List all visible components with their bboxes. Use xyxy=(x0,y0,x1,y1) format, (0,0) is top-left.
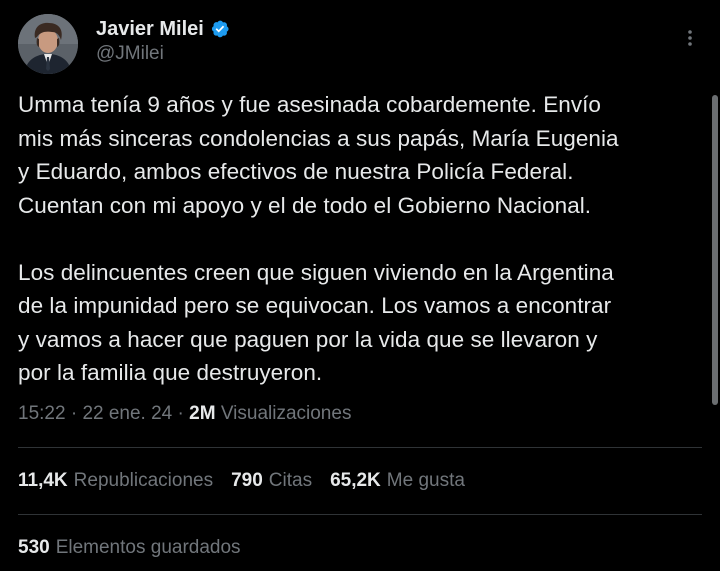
likes-stat[interactable]: 65,2K Me gusta xyxy=(330,470,465,492)
divider xyxy=(18,514,702,515)
author-handle[interactable]: @JMilei xyxy=(96,43,164,65)
tweet-text: Umma tenía 9 años y fue asesinada cobard… xyxy=(18,92,619,385)
bookmarks-label: Elementos guardados xyxy=(55,537,241,558)
scrollbar[interactable] xyxy=(712,95,718,405)
author-display-name[interactable]: Javier Milei xyxy=(96,18,204,41)
views-label: Visualizaciones xyxy=(220,403,352,424)
reposts-count: 11,4K xyxy=(18,470,68,491)
more-options-icon[interactable] xyxy=(680,26,700,50)
meta-separator: · xyxy=(65,403,83,424)
profile-photo-icon xyxy=(18,14,78,74)
avatar[interactable] xyxy=(18,14,78,74)
reposts-label: Republicaciones xyxy=(73,470,214,491)
tweet-time[interactable]: 15:22 xyxy=(18,403,66,425)
quotes-stat[interactable]: 790 Citas xyxy=(231,470,312,492)
quotes-count: 790 xyxy=(231,470,263,491)
likes-count: 65,2K xyxy=(330,470,381,491)
divider xyxy=(18,447,702,448)
quotes-label: Citas xyxy=(268,470,313,491)
verified-badge-icon[interactable] xyxy=(210,19,230,39)
bookmarks-count: 530 xyxy=(18,537,50,558)
likes-label: Me gusta xyxy=(386,470,465,491)
tweet-date[interactable]: 22 ene. 24 xyxy=(82,403,172,425)
reposts-stat[interactable]: 11,4K Republicaciones xyxy=(18,470,213,492)
engagement-stats: 11,4K Republicaciones 790 Citas 65,2K Me… xyxy=(18,470,483,492)
meta-separator: · xyxy=(172,403,190,424)
tweet-card: Javier Milei @JMilei Umma tenía 9 años y… xyxy=(0,0,720,571)
tweet-meta: 15:22 · 22 ene. 24 · 2M Visualizaciones xyxy=(18,403,351,425)
author-name-row: Javier Milei xyxy=(96,16,230,42)
views-count: 2M xyxy=(189,403,216,424)
bookmarks-stat[interactable]: 530 Elementos guardados xyxy=(18,537,241,559)
